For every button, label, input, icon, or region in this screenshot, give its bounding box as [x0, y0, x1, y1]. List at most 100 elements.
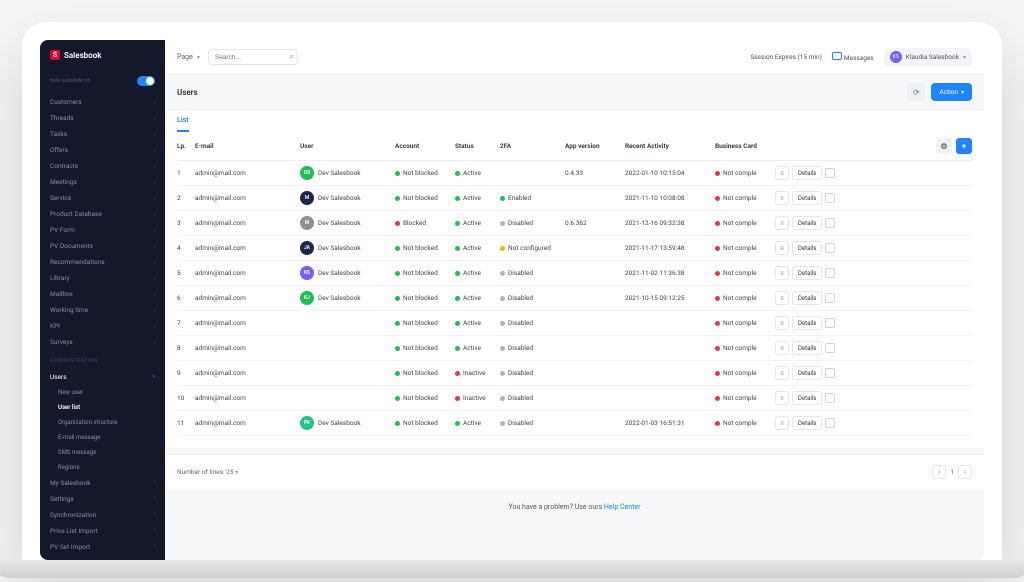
help-center-link[interactable]: Help Center: [604, 503, 641, 511]
sidebar-item[interactable]: My Salesbook›: [40, 475, 165, 491]
cell-status: Active: [455, 169, 500, 177]
sidebar-item[interactable]: Price List Import›: [40, 523, 165, 539]
sidebar-item[interactable]: Mailbox›: [40, 286, 165, 302]
row-checkbox[interactable]: [825, 343, 835, 353]
col-account[interactable]: Account: [395, 142, 455, 150]
col-status[interactable]: Status: [455, 142, 500, 150]
user-menu[interactable]: KS Klaudia Salesbook ▾: [884, 48, 972, 66]
chevron-right-icon: ›: [153, 291, 155, 297]
sidebar-item[interactable]: Threads›: [40, 110, 165, 126]
sidebar-item[interactable]: Customers›: [40, 94, 165, 110]
details-button[interactable]: Details: [792, 241, 822, 255]
sidebar-subitem[interactable]: E-mail message: [40, 430, 165, 445]
page-next-button[interactable]: ›: [958, 465, 972, 479]
sidebar-subitem[interactable]: User list: [40, 400, 165, 415]
cell-user[interactable]: KSDev Salesbook: [300, 266, 395, 280]
sidebar-item[interactable]: Heat Pumps Import›: [40, 555, 165, 560]
col-user[interactable]: User: [300, 142, 395, 150]
cell-user[interactable]: KJDev Salesbook: [300, 291, 395, 305]
sidebar-item[interactable]: Library›: [40, 270, 165, 286]
messages-link[interactable]: Messages: [832, 52, 874, 62]
action-button[interactable]: Action ▾: [931, 83, 972, 101]
row-menu-button[interactable]: ≡: [775, 391, 789, 405]
row-menu-button[interactable]: ≡: [775, 341, 789, 355]
row-menu-button[interactable]: ≡: [775, 241, 789, 255]
sidebar-item[interactable]: Product Database›: [40, 206, 165, 222]
sidebar-item[interactable]: Contracts›: [40, 158, 165, 174]
cell-user[interactable]: PKDev Salesbook: [300, 416, 395, 430]
page-prev-button[interactable]: ‹: [932, 465, 946, 479]
refresh-button[interactable]: ⟳: [907, 83, 925, 101]
row-checkbox[interactable]: [825, 393, 835, 403]
row-checkbox[interactable]: [825, 318, 835, 328]
col-activity[interactable]: Recent Activity: [625, 142, 715, 150]
details-button[interactable]: Details: [792, 266, 822, 280]
details-button[interactable]: Details: [792, 366, 822, 380]
sidebar-item[interactable]: Offers›: [40, 142, 165, 158]
col-email[interactable]: E-mail: [195, 142, 300, 150]
details-button[interactable]: Details: [792, 316, 822, 330]
sidebar-subitem[interactable]: Regions: [40, 460, 165, 475]
sidebar-item[interactable]: Surveys›: [40, 334, 165, 350]
details-button[interactable]: Details: [792, 341, 822, 355]
plus-icon[interactable]: +: [956, 138, 972, 154]
sidebar-item[interactable]: Tasks›: [40, 126, 165, 142]
sidebar-item-users[interactable]: Users▾: [40, 369, 165, 385]
row-checkbox[interactable]: [825, 368, 835, 378]
row-checkbox[interactable]: [825, 193, 835, 203]
sidebar-subitem[interactable]: Organization structure: [40, 415, 165, 430]
cell-user[interactable]: MDev Salesbook: [300, 216, 395, 230]
sidebar-subitem[interactable]: SMS message: [40, 445, 165, 460]
details-button[interactable]: Details: [792, 216, 822, 230]
search-input[interactable]: [208, 49, 298, 65]
row-menu-button[interactable]: ≡: [775, 416, 789, 430]
sidebar-autohide-toggle[interactable]: [137, 76, 155, 86]
col-appver[interactable]: App version: [565, 142, 625, 150]
details-button[interactable]: Details: [792, 191, 822, 205]
row-checkbox[interactable]: [825, 268, 835, 278]
sidebar-item[interactable]: Working time›: [40, 302, 165, 318]
sidebar-item[interactable]: PV Form›: [40, 222, 165, 238]
cell-user[interactable]: DSDev Salesbook: [300, 166, 395, 180]
row-menu-button[interactable]: ≡: [775, 216, 789, 230]
sidebar-item[interactable]: Settings›: [40, 491, 165, 507]
row-checkbox[interactable]: [825, 243, 835, 253]
sidebar-item[interactable]: KPI›: [40, 318, 165, 334]
cell-2fa: Not configured: [500, 244, 565, 252]
sidebar-item[interactable]: Synchronization›: [40, 507, 165, 523]
details-button[interactable]: Details: [792, 416, 822, 430]
row-menu-button[interactable]: ≡: [775, 266, 789, 280]
sidebar-subitem[interactable]: New user: [40, 385, 165, 400]
table-row: 6admin@mail.comKJDev SalesbookNot blocke…: [177, 286, 972, 311]
cell-user[interactable]: JADev Salesbook: [300, 241, 395, 255]
details-button[interactable]: Details: [792, 166, 822, 180]
row-menu-button[interactable]: ≡: [775, 191, 789, 205]
sidebar-item[interactable]: PV Set Import›: [40, 539, 165, 555]
sidebar-item[interactable]: PV Documents›: [40, 238, 165, 254]
sidebar-item[interactable]: Recommendations›: [40, 254, 165, 270]
row-menu-button[interactable]: ≡: [775, 166, 789, 180]
col-lp[interactable]: Lp.: [177, 142, 195, 150]
cell-status: Active: [455, 269, 500, 277]
details-button[interactable]: Details: [792, 391, 822, 405]
row-menu-button[interactable]: ≡: [775, 316, 789, 330]
col-bc[interactable]: Business Card: [715, 142, 775, 150]
brand-logo[interactable]: S Salesbook: [40, 40, 165, 70]
col-2fa[interactable]: 2FA: [500, 142, 565, 150]
row-checkbox[interactable]: [825, 168, 835, 178]
gear-icon[interactable]: ⚙: [936, 138, 952, 154]
details-button[interactable]: Details: [792, 291, 822, 305]
cell-email: admin@mail.com: [195, 169, 300, 177]
row-checkbox[interactable]: [825, 218, 835, 228]
row-checkbox[interactable]: [825, 293, 835, 303]
sidebar-item[interactable]: Meetings›: [40, 174, 165, 190]
tab-list[interactable]: List: [177, 110, 189, 132]
cell-activity: 2021-11-10 10:08:08: [625, 194, 715, 202]
pagesize-control[interactable]: Number of lines: 25 ▾: [177, 468, 238, 476]
row-checkbox[interactable]: [825, 418, 835, 428]
row-menu-button[interactable]: ≡: [775, 291, 789, 305]
page-select[interactable]: Page ▾: [177, 53, 200, 61]
cell-user[interactable]: MDev Salesbook: [300, 191, 395, 205]
row-menu-button[interactable]: ≡: [775, 366, 789, 380]
sidebar-item[interactable]: Service›: [40, 190, 165, 206]
